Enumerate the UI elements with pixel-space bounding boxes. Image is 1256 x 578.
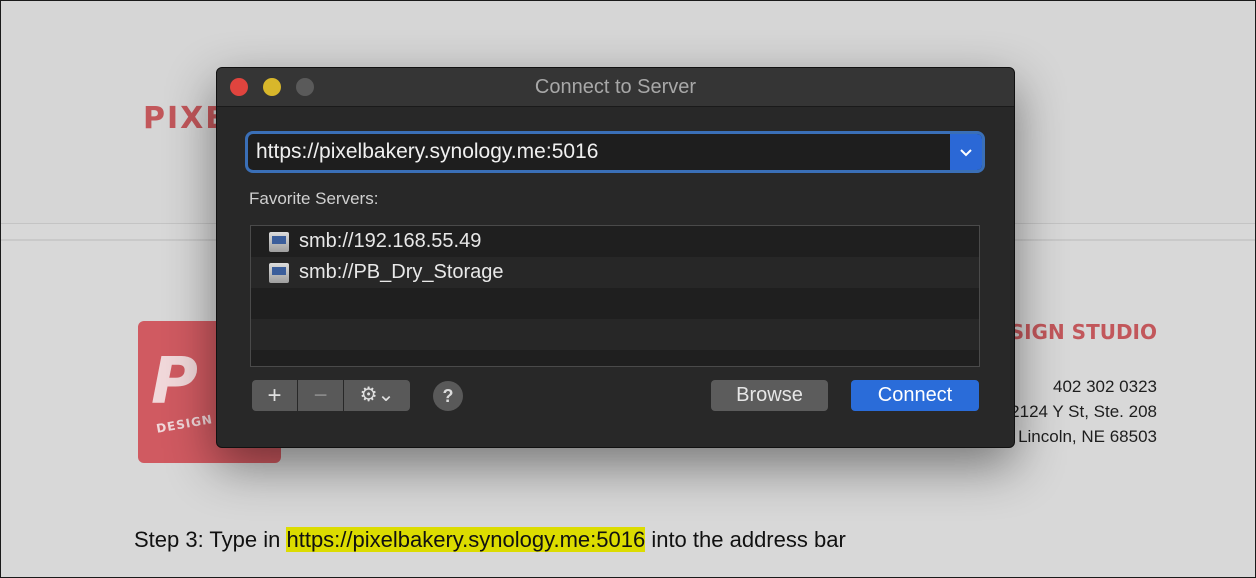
empty-row xyxy=(251,288,979,319)
remove-server-button[interactable]: − xyxy=(298,380,343,411)
caption-highlight: https://pixelbakery.synology.me:5016 xyxy=(286,527,646,552)
gear-icon[interactable]: ⚙⌄ xyxy=(344,380,410,411)
add-server-button[interactable]: + xyxy=(252,380,297,411)
server-icon xyxy=(269,263,289,283)
list-item[interactable]: smb://PB_Dry_Storage xyxy=(251,257,979,288)
empty-row xyxy=(251,319,979,350)
server-icon xyxy=(269,232,289,252)
caption-prefix: Step 3: Type in xyxy=(134,527,287,552)
list-item[interactable]: smb://192.168.55.49 xyxy=(251,226,979,257)
favorite-servers-label: Favorite Servers: xyxy=(249,189,379,208)
logo-p-icon: P xyxy=(151,345,198,419)
connect-to-server-dialog: Connect to Server https://pixelbakery.sy… xyxy=(216,67,1015,448)
browse-button[interactable]: Browse xyxy=(711,380,828,411)
dialog-title: Connect to Server xyxy=(534,76,697,98)
contact-address-line1: 2124 Y St, Ste. 208 xyxy=(1010,402,1157,421)
help-icon[interactable]: ? xyxy=(433,381,463,411)
favorite-server-url: smb://PB_Dry_Storage xyxy=(299,261,504,283)
screenshot-frame: PIXE P DESIGN SIGN STUDIO 402 302 0323 2… xyxy=(0,0,1256,578)
contact-phone: 402 302 0323 xyxy=(1053,377,1157,396)
server-address-combobox[interactable]: https://pixelbakery.synology.me:5016 xyxy=(248,134,982,170)
step-caption: Step 3: Type in https://pixelbakery.syno… xyxy=(134,527,846,553)
background-studio-name: SIGN STUDIO xyxy=(1009,320,1157,344)
favorite-server-url: smb://192.168.55.49 xyxy=(299,230,482,252)
contact-address-line2: Lincoln, NE 68503 xyxy=(1018,427,1157,446)
server-address-input[interactable]: https://pixelbakery.synology.me:5016 xyxy=(256,134,598,170)
connect-button[interactable]: Connect xyxy=(851,380,979,411)
title-bar: Connect to Server xyxy=(217,68,1014,107)
caption-suffix: into the address bar xyxy=(645,527,846,552)
chevron-down-icon[interactable] xyxy=(950,134,982,170)
background-contact: 402 302 0323 2124 Y St, Ste. 208 Lincoln… xyxy=(1010,374,1157,449)
favorite-servers-list[interactable]: smb://192.168.55.49 smb://PB_Dry_Storage xyxy=(250,225,980,367)
